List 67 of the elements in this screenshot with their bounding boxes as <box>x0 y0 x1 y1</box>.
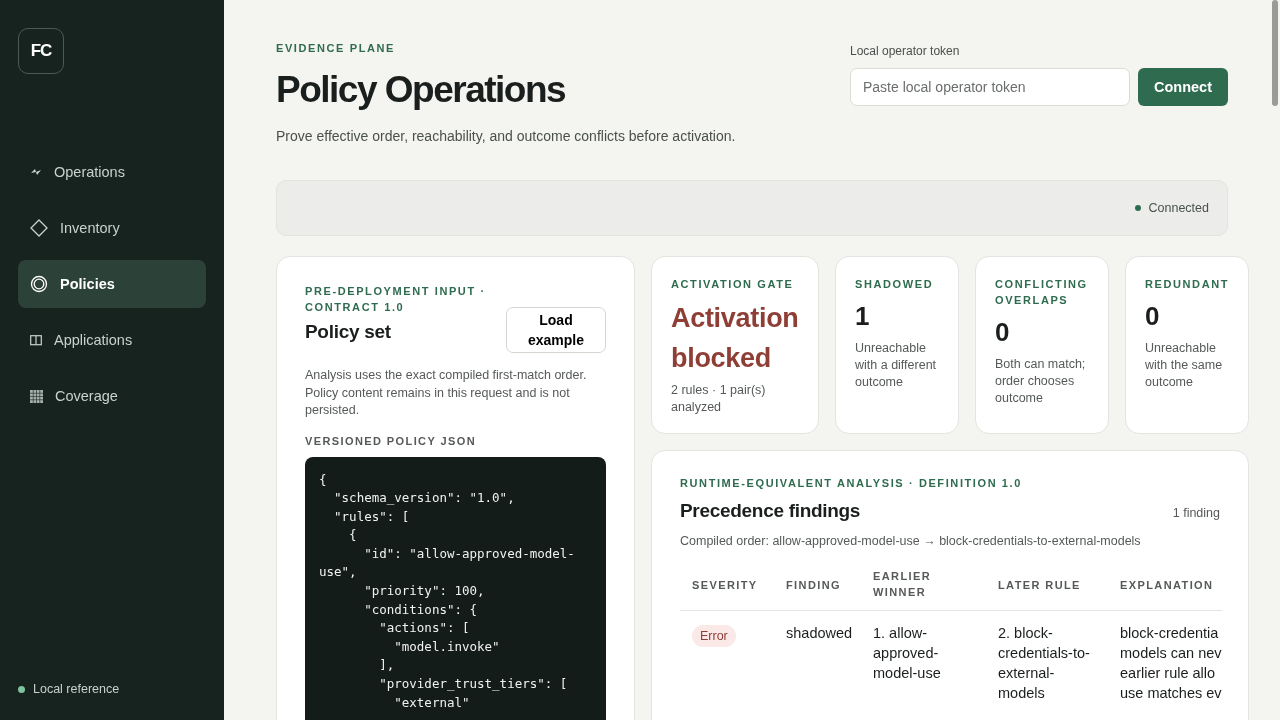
code-line: { <box>319 470 328 489</box>
connection-status: Connected <box>1148 201 1209 215</box>
code-editor[interactable]: { "schema_version": "1.0", "rules": [ { "id": "allow-approved-model- use", "priority": 100, "conditions": { "actions": [ "model.invoke" ], "provider_trust_tiers": [ "external" <box>305 456 606 720</box>
nav-item[interactable]: Inventory <box>18 204 206 252</box>
card-title: Policy set <box>305 321 392 343</box>
grid-icon <box>30 389 43 403</box>
token-field[interactable]: Paste local operator token <box>850 68 1130 106</box>
table-cell: 1. allow-approved-model-use <box>873 625 941 681</box>
code-line: "external" <box>393 693 471 712</box>
severity-badge: Error <box>692 625 736 647</box>
stat-note: Unreachable with a different outcome <box>855 340 938 391</box>
code-line: "model.invoke" <box>393 637 501 656</box>
table-cell: shadowed <box>786 625 853 641</box>
column-header: LATER RULE <box>998 578 1081 593</box>
column-header: EXPLANATION <box>1120 578 1214 593</box>
stat-label: SHADOWED <box>855 277 935 292</box>
table-cell-text: use matches ev <box>1120 684 1222 703</box>
code-line: use", <box>319 563 358 582</box>
finding-count: 1 finding <box>1172 506 1220 520</box>
connect-button[interactable]: Connect <box>1138 68 1228 106</box>
columns-icon <box>30 334 42 346</box>
nav-item[interactable]: Policies <box>18 260 206 308</box>
policy-note: Analysis uses the exact compiled first-match order. Policy content remains in this request and is not persisted. <box>305 367 588 419</box>
code-line: "rules": [ <box>333 507 411 526</box>
token-label: Local operator token <box>850 44 961 58</box>
column-header: SEVERITY <box>692 578 758 593</box>
stat-label: ACTIVATION GATE <box>671 277 795 292</box>
card-eyebrow: PRE-DEPLOYMENT INPUT · CONTRACT 1.0 <box>305 284 487 315</box>
nav-item[interactable]: Applications <box>18 316 206 364</box>
code-label: VERSIONED POLICY JSON <box>305 434 477 447</box>
page-subtitle: Prove effective order, reachability, and outcome conflicts before activation. <box>276 128 736 144</box>
code-line: "id": "allow-approved-model- <box>363 544 576 563</box>
stat-note: Both can match; order chooses outcome <box>995 356 1087 407</box>
gate-status: Activation blocked <box>671 302 800 375</box>
scrollbar-thumb[interactable] <box>1272 0 1278 106</box>
table-cell: 2. block-credentials-to-external-models <box>998 625 1090 701</box>
table-cell-text: earlier rule allo <box>1120 664 1217 683</box>
stat-label: CONFLICTING OVERLAPS <box>995 277 1089 308</box>
page-eyebrow: EVIDENCE PLANE <box>276 42 396 54</box>
load-example-button[interactable]: Load example <box>506 307 606 353</box>
code-line: { <box>348 526 358 545</box>
app-logo: FC <box>18 28 64 74</box>
stat-value: 0 <box>1145 300 1161 332</box>
code-line: "priority": 100, <box>363 582 486 601</box>
environment-label: Local reference <box>33 682 120 696</box>
code-line: "actions": [ <box>378 619 471 638</box>
compiled-order: Compiled order: allow-approved-model-use → block-credentials-to-external-models <box>680 534 1142 548</box>
page-title: Policy Operations <box>276 68 567 112</box>
nav-item[interactable]: Coverage <box>18 372 206 420</box>
stat-note: 2 rules · 1 pair(s) analyzed <box>671 382 767 416</box>
diamond-icon <box>30 219 48 237</box>
table-cell-text: block-credentia <box>1120 624 1220 643</box>
stat-note: Unreachable with the same outcome <box>1145 340 1224 391</box>
code-line: ], <box>378 656 396 675</box>
nav-item[interactable]: Operations <box>18 148 206 196</box>
code-line: "provider_trust_tiers": [ <box>378 675 569 694</box>
code-line: "schema_version": "1.0", <box>333 489 516 508</box>
stat-label: REDUNDANT <box>1145 277 1230 292</box>
code-line: "conditions": { <box>363 600 479 619</box>
card-eyebrow: RUNTIME-EQUIVALENT ANALYSIS · DEFINITION 1.0 <box>680 476 1023 491</box>
table-cell-text: models can nev <box>1120 644 1222 663</box>
target-icon <box>30 275 48 293</box>
stat-value: 0 <box>995 316 1011 348</box>
column-header: EARLIER WINNER <box>873 569 933 600</box>
stat-value: 1 <box>855 300 871 332</box>
card-title: Precedence findings <box>680 500 861 522</box>
column-header: FINDING <box>786 578 842 593</box>
